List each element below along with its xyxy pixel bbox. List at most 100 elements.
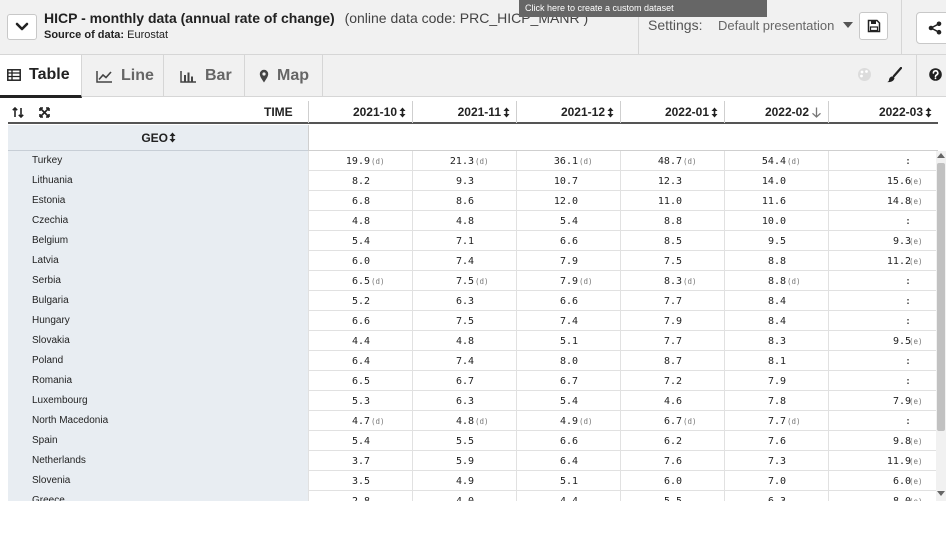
help-icon[interactable] — [929, 68, 942, 81]
table-cell[interactable]: 12.3 — [620, 171, 724, 191]
table-cell[interactable]: 4.9 — [412, 471, 516, 491]
geo-label[interactable]: Belgium — [32, 231, 68, 251]
table-cell[interactable]: : — [828, 371, 938, 391]
table-cell[interactable]: : — [828, 151, 938, 171]
table-cell[interactable]: 8.5 — [620, 231, 724, 251]
table-cell[interactable]: 8.8 (d) — [724, 271, 828, 291]
table-cell[interactable]: 4.9 (d) — [516, 411, 620, 431]
table-cell[interactable]: 3.5 — [308, 471, 412, 491]
geo-label[interactable]: Spain — [32, 431, 58, 451]
share-button[interactable] — [916, 12, 946, 44]
table-cell[interactable]: 7.9 — [620, 311, 724, 331]
palette-icon[interactable] — [857, 67, 872, 82]
table-cell[interactable]: 8.4 — [724, 311, 828, 331]
table-cell[interactable]: 14.0 — [724, 171, 828, 191]
table-cell[interactable]: 8.0(e) — [828, 491, 938, 501]
tab-map[interactable]: Map — [245, 55, 323, 97]
table-cell[interactable]: 6.6 — [516, 431, 620, 451]
geo-label[interactable]: Slovenia — [32, 471, 70, 491]
table-cell[interactable]: 11.6 — [724, 191, 828, 211]
table-cell[interactable]: 9.5 (e) — [828, 331, 938, 351]
geo-label[interactable]: Romania — [32, 371, 72, 391]
table-cell[interactable]: 5.4 — [308, 431, 412, 451]
geo-label[interactable]: Bulgaria — [32, 291, 69, 311]
table-cell[interactable]: 4.4 — [308, 331, 412, 351]
table-cell[interactable]: 10.0 — [724, 211, 828, 231]
table-cell[interactable]: 4.6 — [620, 391, 724, 411]
table-cell[interactable]: 8.2 — [308, 171, 412, 191]
save-button[interactable] — [859, 12, 888, 40]
table-cell[interactable]: : — [828, 211, 938, 231]
column-header-4[interactable]: 2022-01 — [620, 101, 724, 123]
table-cell[interactable]: 6.6 — [308, 311, 412, 331]
table-cell[interactable]: 2.8 — [308, 491, 412, 501]
table-cell[interactable]: 9.5 — [724, 231, 828, 251]
table-cell[interactable]: 6.3 — [412, 391, 516, 411]
column-header-2[interactable]: 2021-11 — [412, 101, 516, 123]
table-cell[interactable]: 4.4 — [516, 491, 620, 501]
geo-label[interactable]: Netherlands — [32, 451, 86, 471]
table-cell[interactable]: 8.7 — [620, 351, 724, 371]
geo-label[interactable]: Estonia — [32, 191, 65, 211]
table-cell[interactable]: 6.4 — [308, 351, 412, 371]
geo-label[interactable]: Lithuania — [32, 171, 73, 191]
table-cell[interactable]: : — [828, 311, 938, 331]
table-cell[interactable]: 7.9 — [516, 251, 620, 271]
table-cell[interactable]: 8.1 — [724, 351, 828, 371]
table-cell[interactable]: 6.3 — [724, 491, 828, 501]
table-cell[interactable]: : — [828, 271, 938, 291]
table-cell[interactable]: 6.6 — [516, 231, 620, 251]
table-cell[interactable]: 8.3 (d) — [620, 271, 724, 291]
table-cell[interactable]: 5.1 — [516, 471, 620, 491]
table-cell[interactable]: 6.0 (e) — [828, 471, 938, 491]
table-cell[interactable]: 8.6 — [412, 191, 516, 211]
table-cell[interactable]: 21.3 (d) — [412, 151, 516, 171]
table-cell[interactable]: 4.8 — [308, 211, 412, 231]
table-cell[interactable]: 7.1 — [412, 231, 516, 251]
table-cell[interactable]: 5.2 — [308, 291, 412, 311]
tab-bar[interactable]: Bar — [164, 55, 245, 97]
column-header-6[interactable]: 2022-03 — [828, 101, 938, 123]
table-cell[interactable]: 4.7 (d) — [308, 411, 412, 431]
table-cell[interactable]: 10.7 — [516, 171, 620, 191]
table-cell[interactable]: 36.1 (d) — [516, 151, 620, 171]
table-cell[interactable]: 6.0 — [620, 471, 724, 491]
table-cell[interactable]: 7.4 — [412, 251, 516, 271]
table-cell[interactable]: 11.9 (e) — [828, 451, 938, 471]
table-cell[interactable]: 4.8 (d) — [412, 411, 516, 431]
table-cell[interactable]: 8.8 — [724, 251, 828, 271]
table-cell[interactable]: 8.8 — [620, 211, 724, 231]
table-cell[interactable]: 9.8 (e) — [828, 431, 938, 451]
table-cell[interactable]: 9.3 (e) — [828, 231, 938, 251]
sort-icon[interactable] — [12, 107, 24, 118]
table-cell[interactable]: 7.2 — [620, 371, 724, 391]
table-cell[interactable]: 6.2 — [620, 431, 724, 451]
table-cell[interactable]: 7.5 — [620, 251, 724, 271]
table-cell[interactable]: 11.0 — [620, 191, 724, 211]
scroll-up-arrow-icon[interactable] — [937, 153, 945, 158]
table-cell[interactable]: 5.3 — [308, 391, 412, 411]
table-cell[interactable]: 7.7 — [620, 291, 724, 311]
table-cell[interactable]: 6.7 (d) — [620, 411, 724, 431]
geo-label[interactable]: Hungary — [32, 311, 70, 331]
table-cell[interactable]: 11.2 (e) — [828, 251, 938, 271]
table-cell[interactable]: : — [828, 291, 938, 311]
table-cell[interactable]: 4.0 — [412, 491, 516, 501]
table-cell[interactable]: 7.5 — [412, 311, 516, 331]
geo-label[interactable]: Serbia — [32, 271, 61, 291]
table-cell[interactable]: 3.7 — [308, 451, 412, 471]
table-cell[interactable]: 5.4 — [308, 231, 412, 251]
column-header-5[interactable]: 2022-02 — [724, 101, 828, 123]
table-cell[interactable]: 7.9 (d) — [516, 271, 620, 291]
table-cell[interactable]: 6.7 — [412, 371, 516, 391]
scroll-down-arrow-icon[interactable] — [937, 491, 945, 496]
table-cell[interactable]: 48.7 (d) — [620, 151, 724, 171]
table-cell[interactable]: 12.0 — [516, 191, 620, 211]
table-cell[interactable]: 6.4 — [516, 451, 620, 471]
table-cell[interactable]: 14.8 (e) — [828, 191, 938, 211]
table-cell[interactable]: 7.7 (d) — [724, 411, 828, 431]
table-cell[interactable]: 6.7 — [516, 371, 620, 391]
table-cell[interactable]: 8.0 — [516, 351, 620, 371]
table-cell[interactable]: 7.9 — [724, 371, 828, 391]
table-cell[interactable]: 6.5 (d) — [308, 271, 412, 291]
